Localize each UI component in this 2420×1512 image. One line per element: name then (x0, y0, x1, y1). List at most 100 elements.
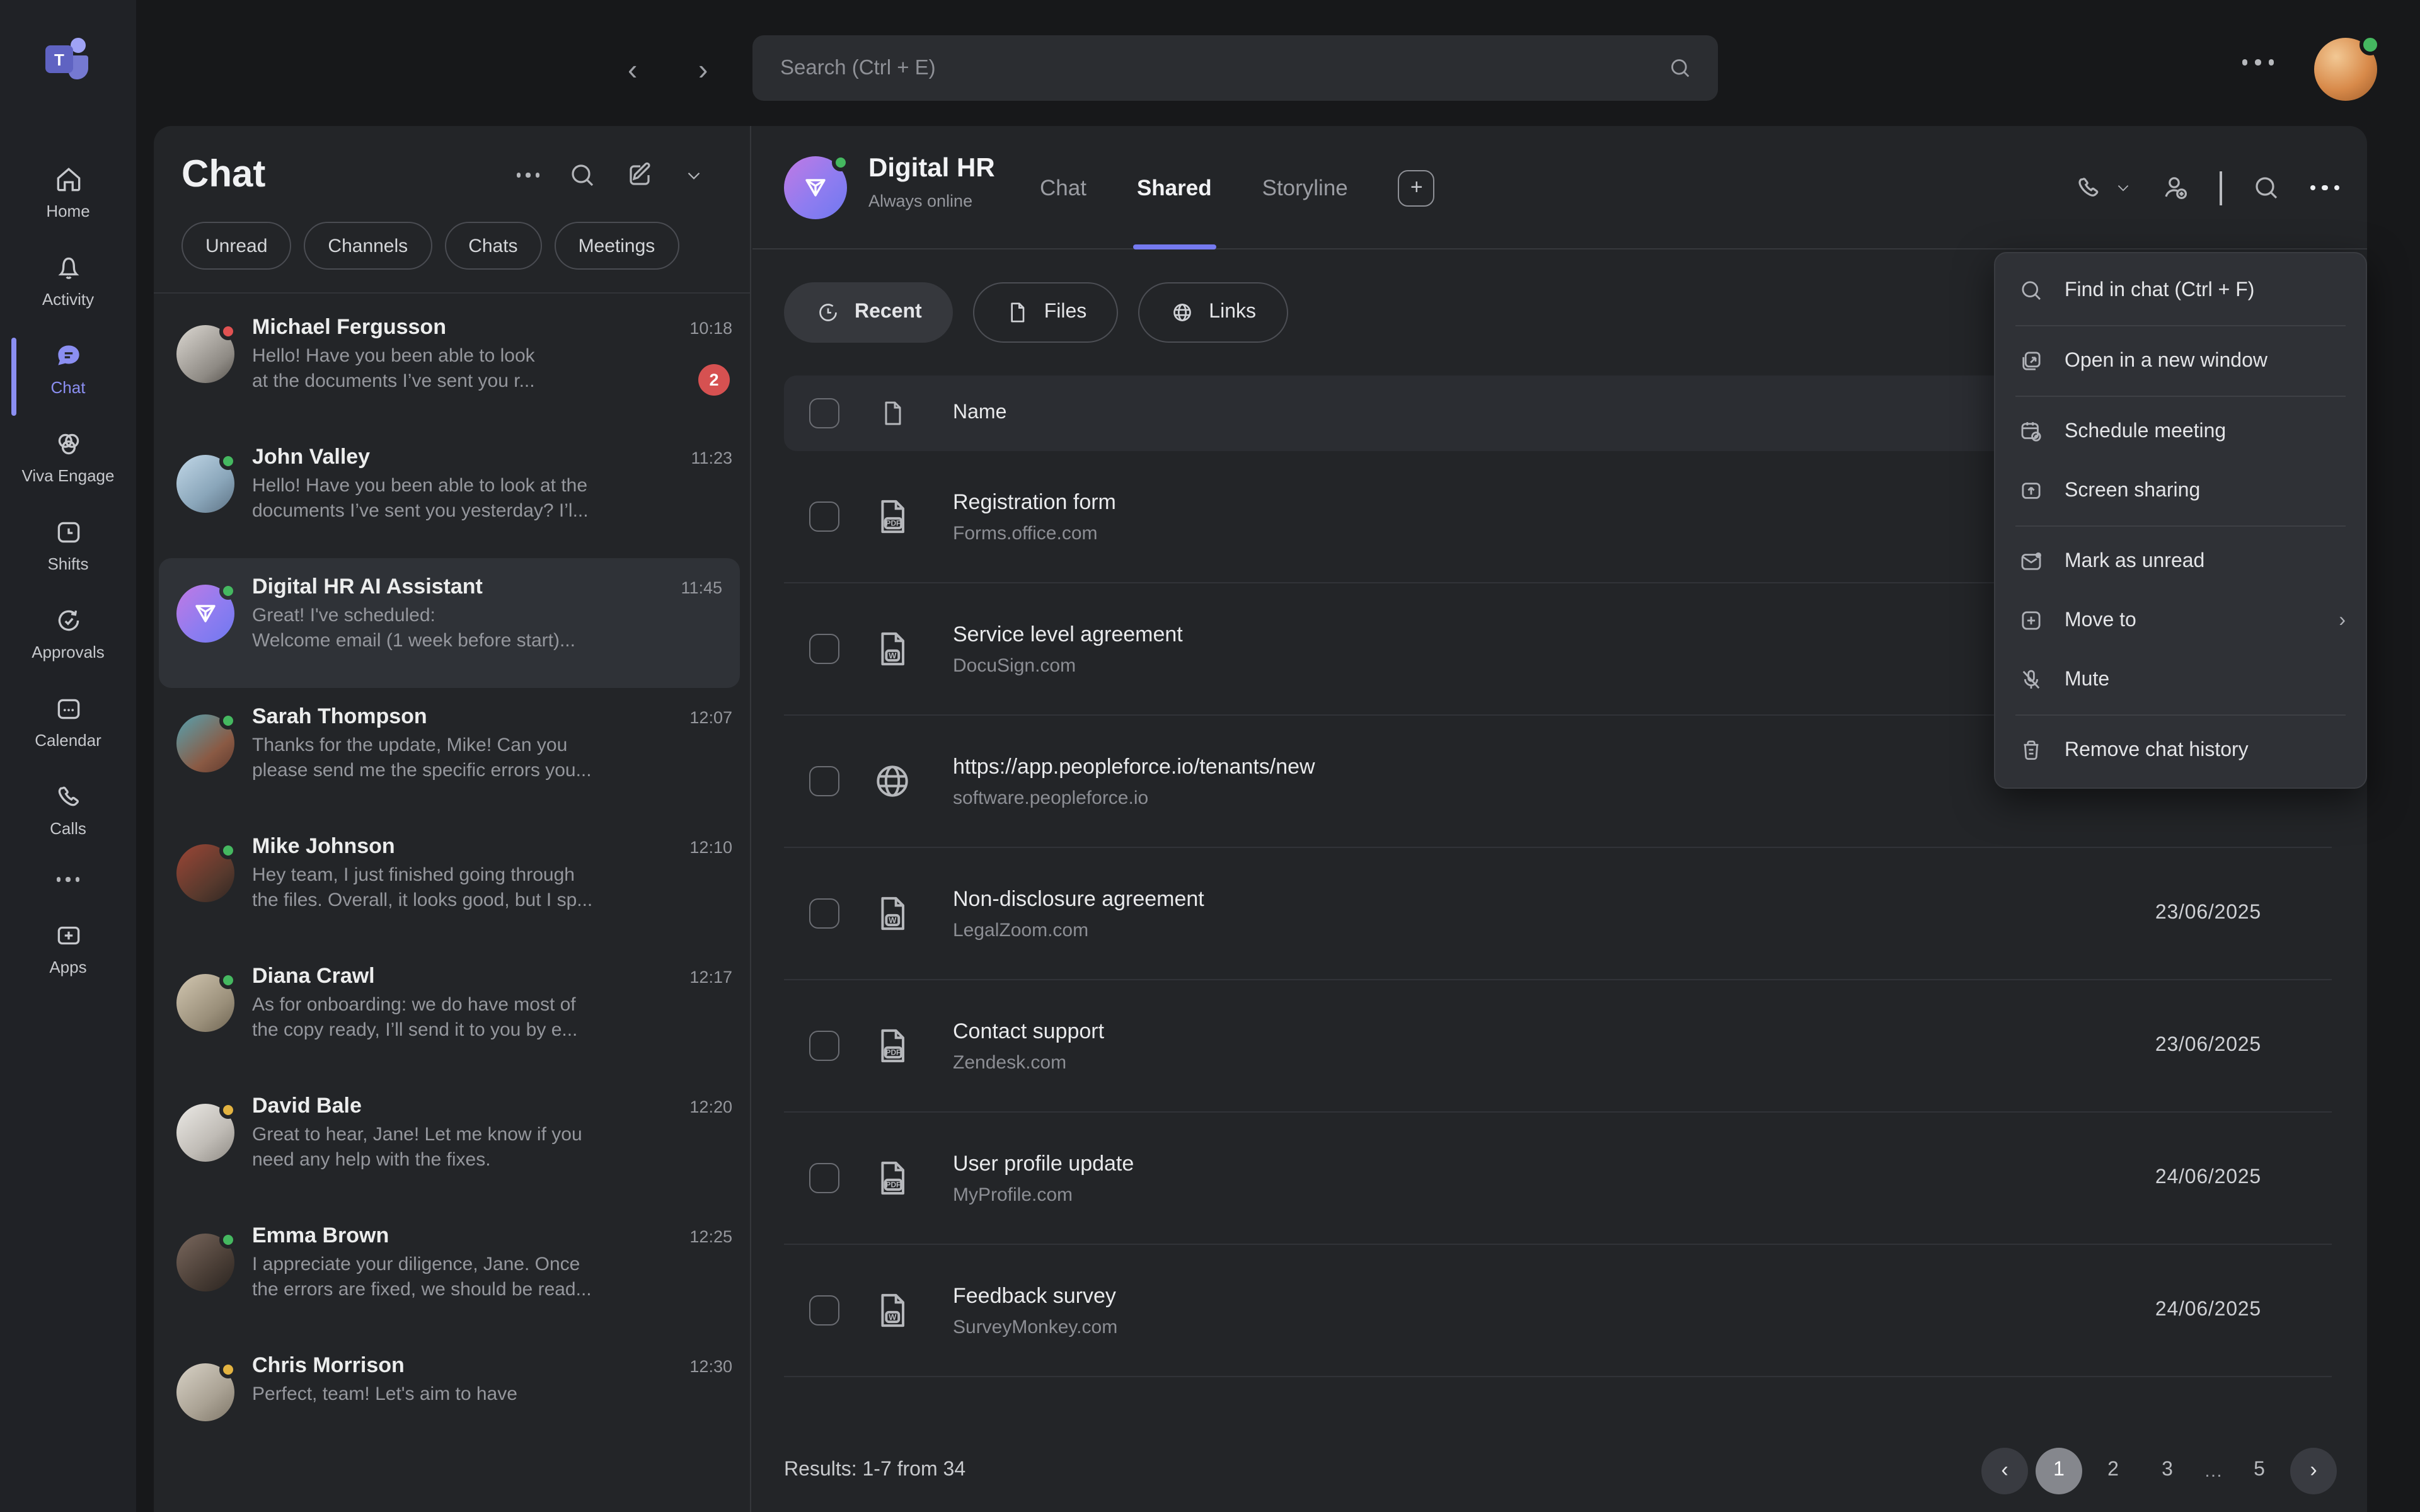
filter-chip-channels[interactable]: Channels (304, 222, 432, 270)
menu-item-move-to[interactable]: Move to › (1995, 591, 2366, 650)
global-search (752, 35, 1718, 101)
table-footer: Results: 1-7 from 34 ‹ 1 2 3 … 5 › (784, 1429, 2367, 1512)
bot-avatar[interactable] (784, 156, 847, 219)
chat-more-button[interactable] (516, 173, 539, 178)
tron-triangle-icon (190, 598, 221, 629)
table-row[interactable]: PDF Contact supportZendesk.com 23/06/202… (784, 980, 2332, 1113)
menu-item-remove-chat-history[interactable]: Remove chat history (1995, 721, 2366, 780)
chevron-down-icon[interactable] (683, 164, 705, 186)
chat-search-icon[interactable] (567, 160, 597, 190)
results-count: Results: 1-7 from 34 (784, 1459, 965, 1482)
person-add-icon[interactable] (2160, 173, 2191, 203)
menu-item-mute[interactable]: Mute (1995, 650, 2366, 709)
word-file-icon: W (871, 892, 914, 935)
svg-text:PDF: PDF (886, 1181, 901, 1189)
row-checkbox[interactable] (809, 1295, 839, 1326)
chat-more-options-button[interactable] (2310, 185, 2339, 191)
calendar-plus-icon (2018, 418, 2044, 445)
row-checkbox[interactable] (809, 1031, 839, 1061)
select-all-checkbox[interactable] (809, 398, 839, 428)
filter-chip-chats[interactable]: Chats (444, 222, 541, 270)
screen-share-icon (2018, 478, 2044, 504)
viva-engage-icon (52, 428, 84, 460)
globe-icon (1170, 300, 1195, 325)
approvals-icon (52, 605, 84, 636)
pdf-file-icon: PDF (871, 1157, 914, 1200)
page-prev-button[interactable]: ‹ (1981, 1447, 2028, 1494)
sidebar-item-viva-engage[interactable]: Viva Engage (0, 413, 136, 501)
more-dots-icon (57, 877, 80, 881)
row-checkbox[interactable] (809, 501, 839, 532)
chat-list-item[interactable]: Michael Fergusson10:18 Hello! Have you b… (154, 299, 750, 428)
sidebar-more-button[interactable] (0, 854, 136, 904)
chat-list-item[interactable]: Chris Morrison12:30 Perfect, team! Let's… (154, 1337, 750, 1467)
tab-shared[interactable]: Shared (1137, 126, 1212, 249)
filter-chip-meetings[interactable]: Meetings (555, 222, 679, 270)
user-status-online (2360, 34, 2381, 55)
chat-list-item-selected[interactable]: Digital HR AI Assistant11:45 Great! I've… (159, 558, 740, 688)
avatar (176, 455, 234, 513)
chat-list-item[interactable]: John Valley11:23 Hello! Have you been ab… (154, 428, 750, 558)
table-row[interactable]: PDF User profile updateMyProfile.com 24/… (784, 1113, 2332, 1245)
teams-logo-icon[interactable]: T (40, 30, 96, 86)
menu-item-screen-sharing[interactable]: Screen sharing (1995, 461, 2366, 520)
table-row[interactable]: W Non-disclosure agreementLegalZoom.com … (784, 848, 2332, 980)
avatar (176, 325, 234, 383)
menu-item-mark-as-unread[interactable]: Mark as unread (1995, 532, 2366, 591)
sidebar-item-home[interactable]: Home (0, 149, 136, 237)
chat-filter-chips: Unread Channels Chats Meetings (154, 209, 750, 294)
nav-back-button[interactable]: ‹ (628, 53, 637, 87)
page-ellipsis: … (2198, 1460, 2228, 1481)
pagination: ‹ 1 2 3 … 5 › (1981, 1447, 2337, 1494)
chat-list-item[interactable]: Diana Crawl12:17 As for onboarding: we d… (154, 948, 750, 1077)
sidebar-item-chat[interactable]: Chat (0, 325, 136, 413)
page-5[interactable]: 5 (2236, 1447, 2283, 1494)
row-checkbox[interactable] (809, 1163, 839, 1193)
sidebar-item-activity[interactable]: Activity (0, 237, 136, 325)
shifts-icon (52, 517, 84, 548)
row-checkbox[interactable] (809, 898, 839, 929)
chat-list-item[interactable]: Emma Brown12:25 I appreciate your dilige… (154, 1207, 750, 1337)
chat-list-item[interactable]: Sarah Thompson12:07 Thanks for the updat… (154, 688, 750, 818)
sidebar-item-shifts[interactable]: Shifts (0, 501, 136, 590)
sidebar-item-apps[interactable]: Apps (0, 904, 136, 992)
find-in-chat-icon[interactable] (2250, 173, 2281, 203)
page-next-button[interactable]: › (2290, 1447, 2337, 1494)
row-checkbox[interactable] (809, 766, 839, 796)
row-checkbox[interactable] (809, 634, 839, 664)
view-links-button[interactable]: Links (1138, 282, 1288, 343)
svg-text:W: W (889, 1312, 897, 1322)
tab-storyline[interactable]: Storyline (1262, 126, 1348, 249)
shared-date: 23/06/2025 (2155, 902, 2261, 925)
call-icon[interactable] (2073, 173, 2104, 203)
chat-list-item[interactable]: David Bale12:20 Great to hear, Jane! Let… (154, 1077, 750, 1207)
user-avatar[interactable] (2314, 38, 2377, 101)
chevron-down-icon[interactable] (2115, 180, 2131, 196)
page-2[interactable]: 2 (2090, 1447, 2136, 1494)
chat-list-item[interactable]: Mike Johnson12:10 Hey team, I just finis… (154, 818, 750, 948)
search-input[interactable] (752, 56, 1668, 80)
compose-icon[interactable] (625, 160, 655, 190)
trash-icon (2018, 737, 2044, 764)
menu-item-find-in-chat[interactable]: Find in chat (Ctrl + F) (1995, 261, 2366, 320)
nav-forward-button[interactable]: › (698, 53, 708, 87)
view-files-button[interactable]: Files (974, 282, 1119, 343)
conversation-list: Michael Fergusson10:18 Hello! Have you b… (154, 294, 750, 1467)
view-recent-button[interactable]: Recent (784, 282, 954, 343)
page-1[interactable]: 1 (2036, 1447, 2082, 1494)
tab-chat[interactable]: Chat (1040, 126, 1086, 249)
menu-item-schedule-meeting[interactable]: Schedule meeting (1995, 402, 2366, 461)
filter-chip-unread[interactable]: Unread (182, 222, 291, 270)
sidebar-item-approvals[interactable]: Approvals (0, 590, 136, 678)
page-3[interactable]: 3 (2144, 1447, 2191, 1494)
link-globe-icon (871, 760, 914, 803)
divider (2220, 171, 2221, 205)
add-tab-button[interactable]: + (1398, 169, 1435, 206)
menu-divider (2015, 525, 2346, 527)
chat-header: Digital HR Always online Chat Shared Sto… (752, 126, 2367, 249)
sidebar-item-calendar[interactable]: Calendar (0, 678, 136, 766)
sidebar-item-calls[interactable]: Calls (0, 766, 136, 854)
menu-item-open-new-window[interactable]: Open in a new window (1995, 331, 2366, 391)
table-row[interactable]: W Feedback surveySurveyMonkey.com 24/06/… (784, 1245, 2332, 1377)
settings-more-button[interactable] (2242, 59, 2274, 65)
